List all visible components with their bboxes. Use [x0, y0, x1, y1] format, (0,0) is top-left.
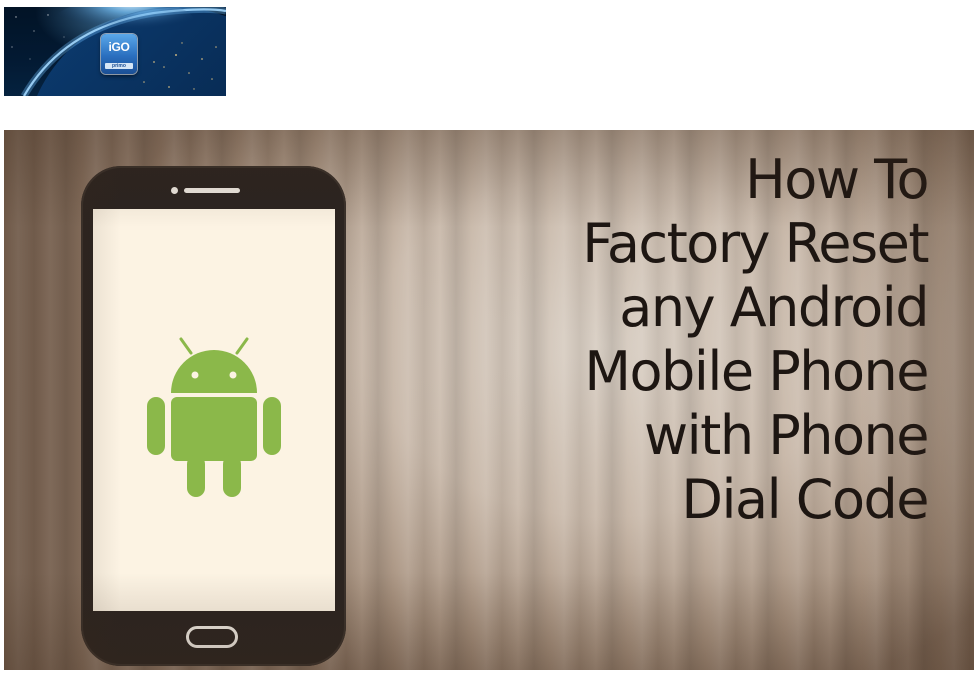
- hero-image[interactable]: How To Factory Reset any Android Mobile …: [4, 130, 974, 670]
- headline-line: with Phone: [643, 404, 930, 467]
- phone-home-button: [186, 626, 238, 648]
- phone-screen: [93, 209, 335, 611]
- phone-speaker: [184, 188, 240, 193]
- headline-line: How To: [745, 148, 929, 211]
- igo-app-badge: iGO primo: [101, 34, 137, 74]
- smartphone-icon: [81, 166, 346, 666]
- headline-line: Factory Reset: [582, 212, 929, 275]
- headline-line: Mobile Phone: [584, 340, 929, 403]
- igo-badge-text: iGO: [108, 40, 130, 54]
- igo-logo-banner[interactable]: iGO primo: [4, 7, 226, 96]
- igo-badge-subtext: primo: [105, 63, 133, 69]
- headline-line: any Android: [619, 276, 929, 339]
- headline-line: Dial Code: [681, 468, 929, 531]
- phone-camera: [171, 187, 178, 194]
- hero-headline: How To Factory Reset any Android Mobile …: [408, 148, 930, 532]
- android-icon: [147, 337, 281, 497]
